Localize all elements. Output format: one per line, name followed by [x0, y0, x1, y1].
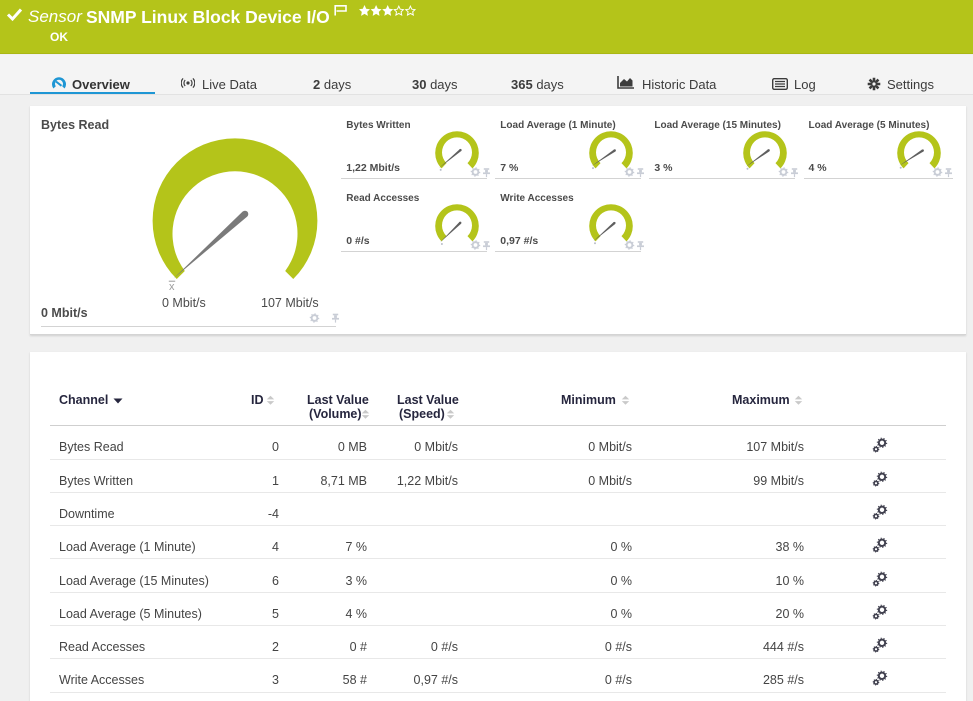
- svg-text:x: x: [169, 281, 175, 293]
